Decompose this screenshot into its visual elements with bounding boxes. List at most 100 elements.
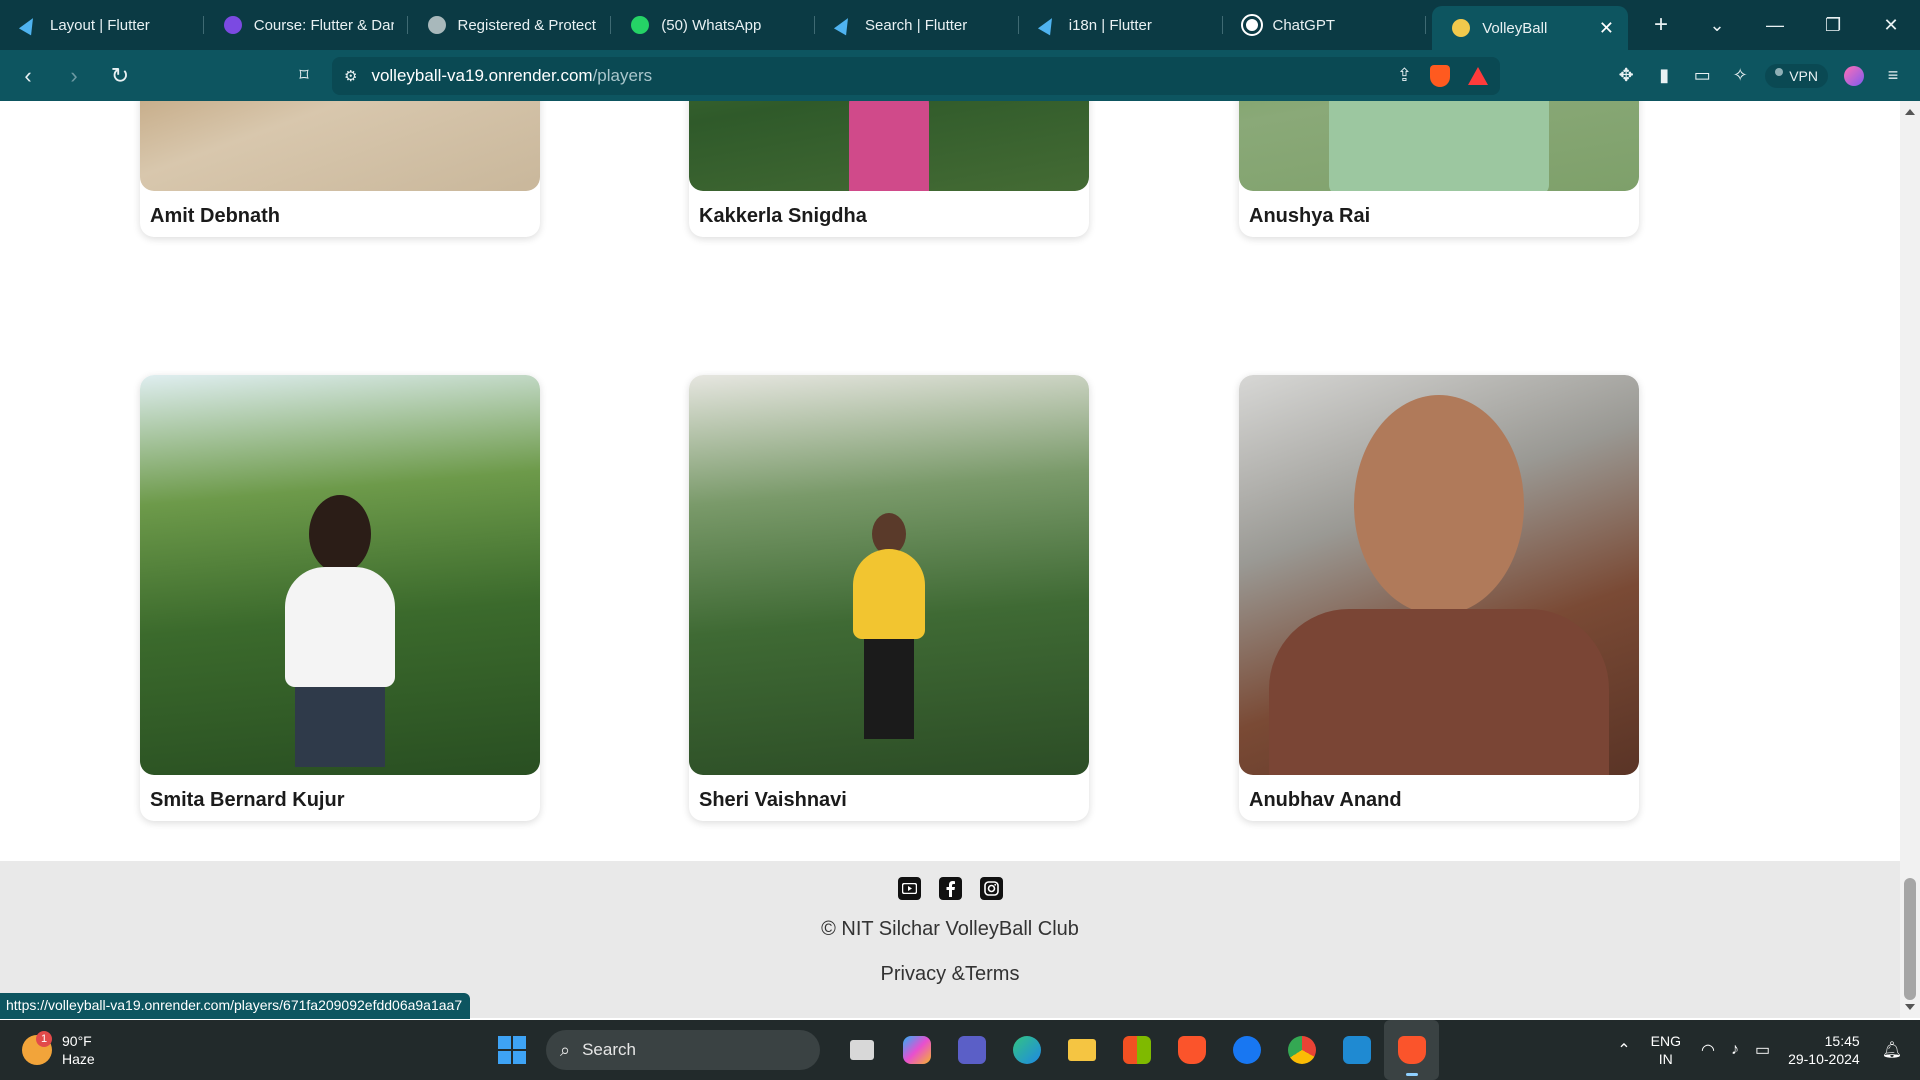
brave-rewards-icon[interactable] [1468,66,1488,85]
url-path: /players [592,65,653,85]
tab-title: (50) WhatsApp [661,16,762,34]
battery-icon[interactable]: ▭ [1747,1040,1778,1060]
site-info-icon[interactable]: ⚙ [344,67,357,85]
share-icon[interactable]: ⇪ [1397,65,1412,86]
instagram-icon[interactable] [979,877,1003,900]
forward-button[interactable]: › [56,58,92,94]
youtube-icon[interactable] [897,877,921,900]
flutter-icon [833,14,855,36]
player-name: Anushya Rai [1249,205,1371,227]
weather-temp: 90°F [62,1033,92,1049]
profile-avatar[interactable] [1844,65,1864,86]
volleyball-icon [1452,19,1471,37]
copilot-icon[interactable] [889,1020,944,1080]
player-card[interactable]: Anubhav Anand [1239,375,1639,821]
player-card[interactable]: Amit Debnath [140,101,540,237]
file-explorer-icon[interactable] [1054,1020,1109,1080]
flutter-icon [1037,14,1058,36]
vscode-icon[interactable] [1329,1020,1384,1080]
reload-button[interactable]: ↻ [102,58,138,94]
vpn-button[interactable]: VPN [1765,63,1828,88]
tab-list-chevron-icon[interactable]: ⌄ [1688,15,1746,36]
page-scrollbar[interactable] [1900,101,1920,1018]
player-card[interactable]: Anushya Rai [1239,101,1639,237]
extensions-icon[interactable]: ✥ [1607,65,1645,86]
edge-icon[interactable] [999,1020,1054,1080]
tab-course-flutter[interactable]: Course: Flutter & Dar [204,0,408,50]
menu-icon[interactable]: ≡ [1874,65,1912,86]
url-host: volleyball-va19.onrender.com [371,65,593,85]
privacy-terms-link[interactable]: Privacy &Terms [0,963,1900,986]
windows-taskbar: 1 90°F Haze ⌕ Search ⌃ ENG IN ◠ ♪ ▭ 15:4… [0,1020,1920,1080]
figure [1329,101,1549,191]
brave-shield-icon[interactable] [1430,64,1450,87]
figure [285,495,395,767]
chrome-icon[interactable] [1274,1020,1329,1080]
search-icon: ⌕ [560,1039,571,1060]
browser-toolbar: ‹ › ↻ ⌑ ⚙ volleyball-va19.onrender.com/p… [0,50,1920,101]
chatgpt-icon [1240,14,1263,36]
tab-search-flutter[interactable]: Search | Flutter [815,0,1019,50]
lang-bottom: IN [1658,1051,1673,1067]
tab-title: Course: Flutter & Dar [253,16,394,34]
bookmark-icon[interactable]: ⌑ [288,65,320,86]
player-photo [140,101,540,191]
window-controls: ⌄ — ❐ ✕ [1688,0,1920,50]
player-photo [1239,375,1639,775]
page-viewport: Amit Debnath Kakkerla Snigdha Anushya Ra… [0,101,1900,1018]
tab-title: Layout | Flutter [50,16,150,34]
facebook-app-icon[interactable] [1219,1020,1274,1080]
player-card[interactable]: Sheri Vaishnavi [689,375,1089,821]
player-card[interactable]: Smita Bernard Kujur [140,375,540,821]
weather-widget[interactable]: 1 90°F Haze [22,1031,282,1068]
brave-icon[interactable] [1164,1020,1219,1080]
taskbar-apps: ⌕ Search [498,1020,1439,1080]
clock-time: 15:45 [1824,1033,1860,1049]
tab-layout-flutter[interactable]: Layout | Flutter [0,0,204,50]
brave-running-icon[interactable] [1384,1020,1439,1080]
copyright-text: © NIT Silchar VolleyBall Club [821,918,1079,940]
close-icon[interactable]: ✕ [1599,18,1614,39]
browser-tab-strip: Layout | Flutter Course: Flutter & Dar R… [0,0,1920,50]
sidebar-icon[interactable]: ▮ [1645,65,1683,86]
scroll-up-icon[interactable] [1905,109,1915,115]
task-view-icon[interactable] [834,1020,889,1080]
chevron-up-icon[interactable]: ⌃ [1609,1040,1638,1060]
tab-title: i18n | Flutter [1068,16,1152,34]
restore-button[interactable]: ❐ [1804,15,1862,36]
minimize-button[interactable]: — [1746,15,1804,36]
clock[interactable]: 15:45 29-10-2024 [1778,1032,1874,1068]
ms-store-icon[interactable] [1109,1020,1164,1080]
scroll-down-icon[interactable] [1905,1004,1915,1010]
close-window-button[interactable]: ✕ [1862,15,1920,36]
weather-desc: Haze [62,1051,95,1067]
wifi-icon[interactable]: ◠ [1693,1040,1723,1060]
volume-icon[interactable]: ♪ [1723,1041,1747,1059]
flutter-icon [18,14,40,36]
tab-whatsapp[interactable]: (50) WhatsApp [611,0,815,50]
language-indicator[interactable]: ENG IN [1639,1032,1693,1068]
weather-icon: 1 [22,1031,52,1065]
tab-i18n-flutter[interactable]: i18n | Flutter [1019,0,1223,50]
scroll-thumb[interactable] [1904,878,1916,1000]
new-tab-button[interactable]: + [1634,0,1688,50]
status-link-preview: https://volleyball-va19.onrender.com/pla… [0,993,471,1019]
wallet-icon[interactable]: ▭ [1683,65,1721,86]
taskbar-search[interactable]: ⌕ Search [546,1030,820,1070]
address-bar[interactable]: ⚙ volleyball-va19.onrender.com/players ⇪ [332,56,1500,95]
player-card[interactable]: Kakkerla Snigdha [689,101,1089,237]
tab-chatgpt[interactable]: ChatGPT [1223,0,1427,50]
leo-ai-icon[interactable]: ✧ [1721,65,1759,86]
tab-registered[interactable]: Registered & Protect [408,0,612,50]
windows-start-icon[interactable] [498,1036,526,1064]
back-button[interactable]: ‹ [10,58,46,94]
teams-icon[interactable] [944,1020,999,1080]
search-label: Search [582,1040,636,1059]
player-name: Amit Debnath [150,205,280,227]
lang-top: ENG [1650,1033,1681,1049]
facebook-icon[interactable] [938,877,962,900]
clock-date: 29-10-2024 [1788,1051,1860,1067]
notification-badge: 1 [36,1031,52,1047]
tab-volleyball[interactable]: VolleyBall ✕ [1432,6,1629,50]
notification-bell-icon[interactable]: 🔔︎ [1874,1040,1920,1060]
